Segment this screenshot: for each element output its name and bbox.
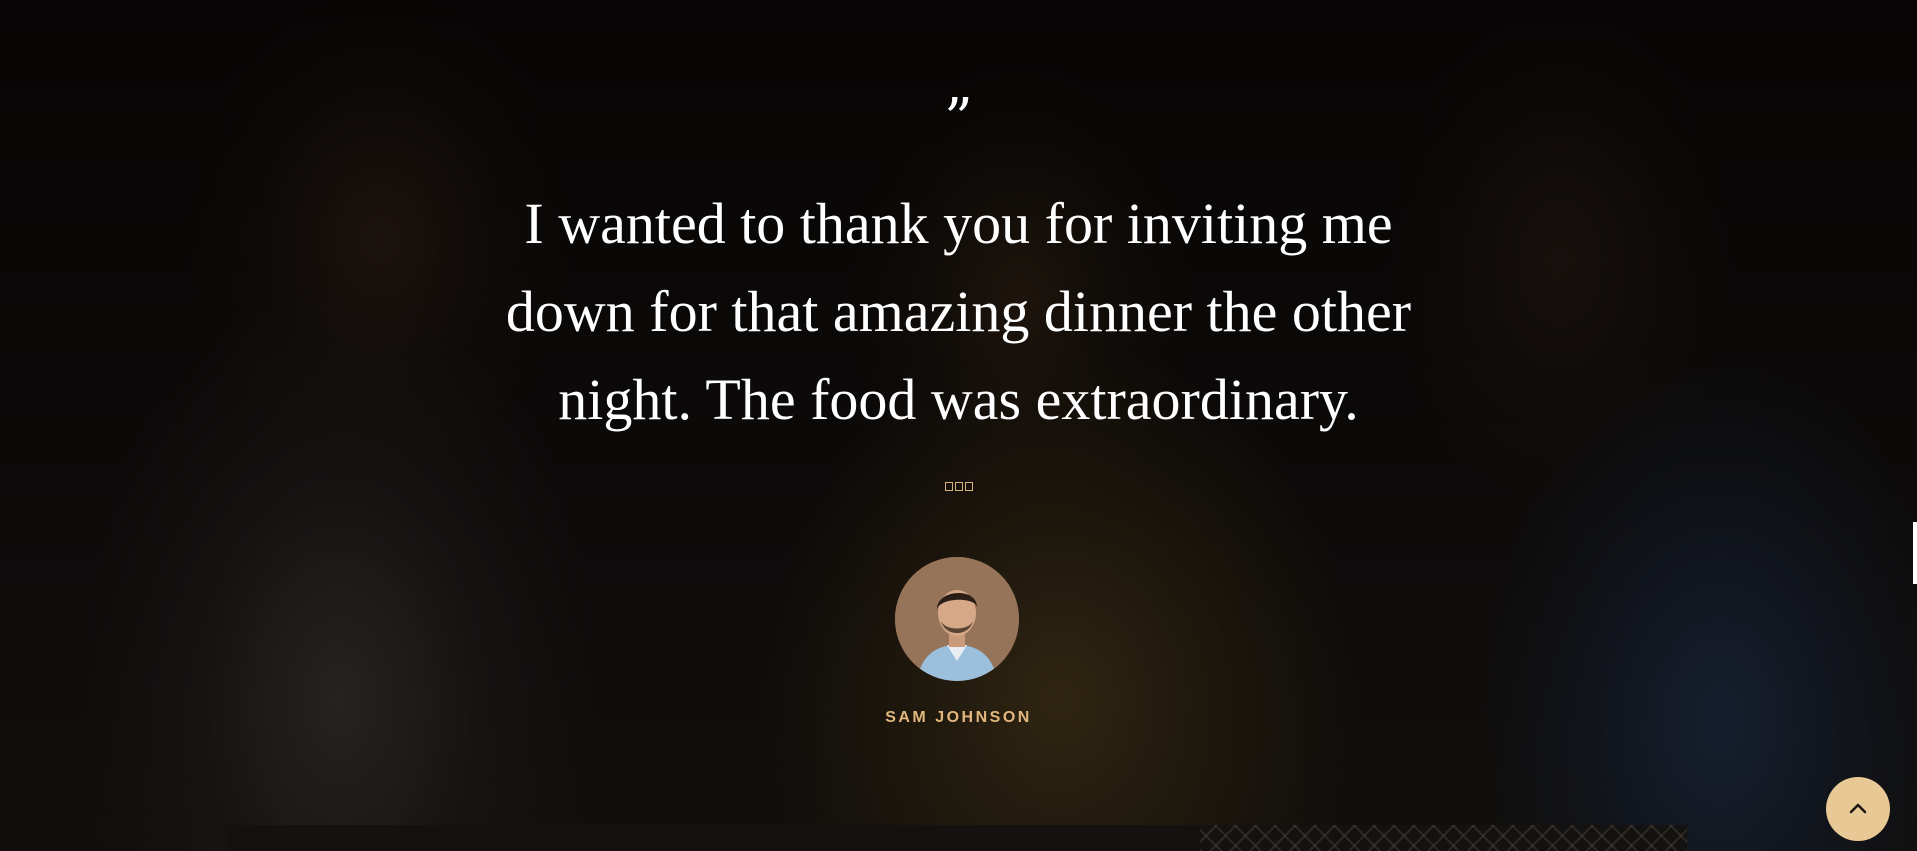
- avatar-portrait: [895, 557, 1019, 681]
- bottom-bar: [226, 825, 1687, 851]
- quote-mark-icon: ”: [944, 87, 973, 152]
- star-outline-icon: [944, 482, 953, 491]
- star-outline-icon: [964, 482, 973, 491]
- quote-line: down for that amazing dinner the other: [505, 279, 1412, 344]
- chevron-up-icon: [1849, 803, 1867, 814]
- star-outline-icon: [954, 482, 963, 491]
- back-to-top-button[interactable]: [1826, 777, 1890, 841]
- scroll-indicator[interactable]: [1913, 522, 1917, 584]
- testimonial-section: ” I wanted to thank you for inviting me …: [0, 0, 1917, 851]
- quote-line: I wanted to thank you for inviting me: [524, 191, 1393, 256]
- testimonial-quote: I wanted to thank you for inviting me do…: [420, 180, 1497, 444]
- rating-stars: [0, 482, 1917, 491]
- author-name: SAM JOHNSON: [885, 709, 1032, 726]
- quote-line: night. The food was extraordinary.: [558, 367, 1359, 432]
- avatar: [895, 557, 1019, 681]
- decorative-pattern: [1200, 825, 1687, 851]
